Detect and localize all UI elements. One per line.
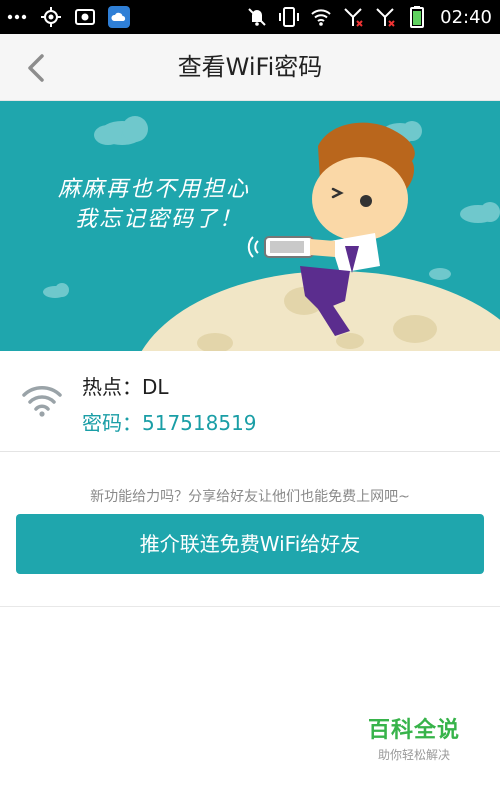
banner-slogan-line2: 我忘记密码了！ xyxy=(75,207,244,232)
vibrate-icon xyxy=(278,6,300,28)
mute-icon xyxy=(246,6,268,28)
hotspot-info: 热点：DL 密码：517518519 xyxy=(0,351,500,452)
banner-slogan-line1: 麻麻再也不用担心 xyxy=(58,177,251,202)
hotspot-name: 热点：DL xyxy=(82,375,169,399)
banner: 麻麻再也不用担心 我忘记密码了！ xyxy=(0,101,500,351)
page-title: 查看WiFi密码 xyxy=(177,53,323,81)
sim1-no-signal-icon xyxy=(342,6,364,28)
cloud-icon xyxy=(43,283,69,298)
watermark-subtitle: 助你轻松解决 xyxy=(377,748,450,762)
status-left-icons xyxy=(6,6,130,28)
cloud-icon xyxy=(94,116,148,145)
more-dots-icon xyxy=(6,6,28,28)
status-time: 02:40 xyxy=(440,6,492,28)
watermark-title: 百科全说 xyxy=(367,718,460,743)
status-bar: 02:40 xyxy=(0,0,500,34)
share-hint: 新功能给力吗？分享给好友让他们也能免费上网吧~ xyxy=(90,489,410,505)
sim2-no-signal-icon xyxy=(374,6,396,28)
watermark: 百科全说 助你轻松解决 xyxy=(368,712,460,763)
status-right-icons: 02:40 xyxy=(246,6,492,28)
battery-icon xyxy=(406,6,428,28)
cloud-icon xyxy=(460,202,500,223)
cloud-icon xyxy=(429,268,451,280)
gps-icon xyxy=(40,6,62,28)
hotspot-password: 密码：517518519 xyxy=(82,411,257,435)
share-wifi-button[interactable]: 推介联连免费WiFi给好友 xyxy=(16,514,484,574)
header: 查看WiFi密码 xyxy=(0,34,500,101)
screenshot-icon xyxy=(74,6,96,28)
cloud-app-icon xyxy=(108,6,130,28)
wifi-icon xyxy=(22,386,62,417)
wifi-signal-icon xyxy=(310,6,332,28)
share-section: 新功能给力吗？分享给好友让他们也能免费上网吧~ 推介联连免费WiFi给好友 xyxy=(0,452,500,607)
